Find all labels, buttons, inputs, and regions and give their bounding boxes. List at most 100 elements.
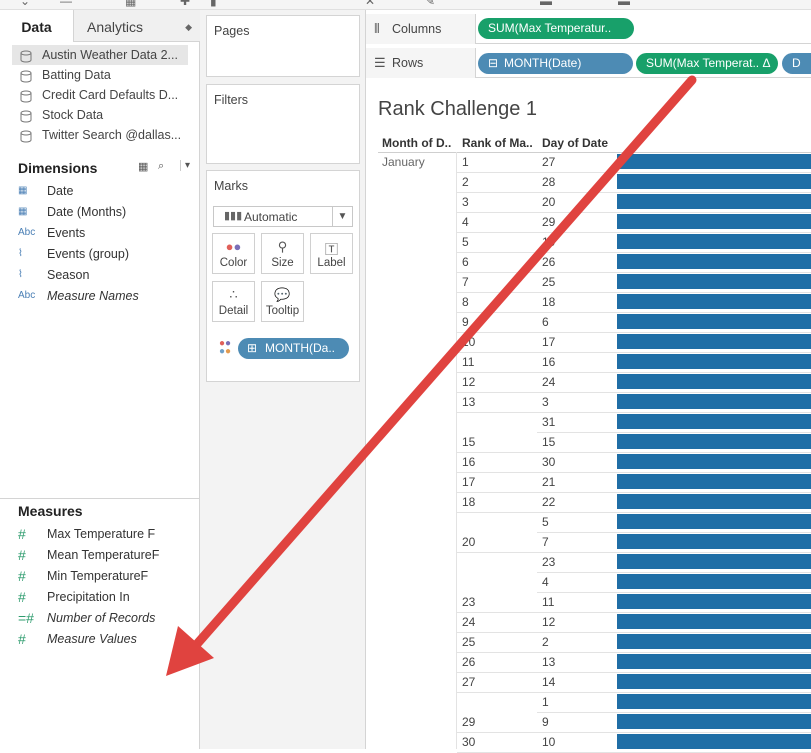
search-icon[interactable]: ⌕ <box>158 160 164 173</box>
chevron-down-icon[interactable]: ▼ <box>332 207 352 226</box>
bar-mark[interactable] <box>617 494 811 509</box>
day-cell[interactable]: 24 <box>542 375 555 389</box>
rank-cell[interactable]: 8 <box>462 295 469 309</box>
day-cell[interactable]: 28 <box>542 175 555 189</box>
add-datasource-icon[interactable]: ▦ <box>125 0 136 8</box>
day-cell[interactable]: 17 <box>542 335 555 349</box>
day-cell[interactable]: 7 <box>542 535 549 549</box>
day-cell[interactable]: 9 <box>542 715 549 729</box>
expand-icon[interactable]: ⊞ <box>247 338 257 359</box>
rank-cell[interactable]: 13 <box>462 395 475 409</box>
bar-mark[interactable] <box>617 434 811 449</box>
day-cell[interactable]: 18 <box>542 295 555 309</box>
rank-cell[interactable]: 16 <box>462 455 475 469</box>
day-cell[interactable]: 26 <box>542 255 555 269</box>
rank-cell[interactable]: 15 <box>462 435 475 449</box>
highlight-icon[interactable]: ✎ <box>425 0 435 8</box>
rank-cell[interactable]: 1 <box>462 155 469 169</box>
rank-cell[interactable]: 11 <box>462 355 474 369</box>
chevron-down-icon[interactable]: ▾ <box>180 160 190 171</box>
day-cell[interactable]: 27 <box>542 155 555 169</box>
rank-cell[interactable]: 25 <box>462 635 475 649</box>
swap-icon[interactable]: ✚ <box>180 0 190 8</box>
day-cell[interactable]: 15 <box>542 435 555 449</box>
datasource-item[interactable]: Twitter Search @dallas... <box>12 125 188 145</box>
month-cell[interactable]: January <box>382 155 425 169</box>
day-cell[interactable]: 3 <box>542 395 549 409</box>
bar-mark[interactable] <box>617 554 811 569</box>
bar-mark[interactable] <box>617 334 811 349</box>
day-cell[interactable]: 29 <box>542 215 555 229</box>
rank-cell[interactable]: 27 <box>462 675 475 689</box>
rank-cell[interactable]: 29 <box>462 715 475 729</box>
bar-mark[interactable] <box>617 174 811 189</box>
filters-card[interactable]: Filters <box>206 84 360 164</box>
day-cell[interactable]: 25 <box>542 275 555 289</box>
bar-mark[interactable] <box>617 734 811 749</box>
day-cell[interactable]: 13 <box>542 655 555 669</box>
size-button[interactable]: ⚲ Size <box>261 233 304 274</box>
bar-mark[interactable] <box>617 354 811 369</box>
bar-mark[interactable] <box>617 714 811 729</box>
day-cell[interactable]: 30 <box>542 455 555 469</box>
rank-cell[interactable]: 30 <box>462 735 475 749</box>
day-cell[interactable]: 21 <box>542 475 555 489</box>
day-cell[interactable]: 19 <box>542 235 555 249</box>
tooltip-button[interactable]: 💬 Tooltip <box>261 281 304 322</box>
redo-icon[interactable]: — <box>60 0 72 8</box>
bar-mark[interactable] <box>617 454 811 469</box>
bar-mark[interactable] <box>617 514 811 529</box>
mark-type-dropdown[interactable]: ▮▮▮ Automatic ▼ <box>213 206 353 227</box>
undo-icon[interactable]: ⌄ <box>20 0 30 8</box>
bar-mark[interactable] <box>617 614 811 629</box>
bar-mark[interactable] <box>617 234 811 249</box>
label-button[interactable]: 🅃 Label <box>310 233 353 274</box>
sort-icon[interactable]: ▮ <box>210 0 217 8</box>
collapse-icon[interactable]: ⊟ <box>488 53 498 74</box>
bar-mark[interactable] <box>617 194 811 209</box>
bar-mark[interactable] <box>617 414 811 429</box>
datasource-item[interactable]: Batting Data <box>12 65 188 85</box>
bar-mark[interactable] <box>617 574 811 589</box>
bar-mark[interactable] <box>617 374 811 389</box>
bar-mark[interactable] <box>617 274 811 289</box>
columns-shelf[interactable]: ⦀ Columns SUM(Max Temperatur.. <box>366 14 811 44</box>
bar-mark[interactable] <box>617 474 811 489</box>
day-cell[interactable]: 10 <box>542 735 555 749</box>
bar-mark[interactable] <box>617 154 811 169</box>
rank-cell[interactable]: 6 <box>462 255 469 269</box>
day-cell[interactable]: 2 <box>542 635 549 649</box>
clear-icon[interactable]: ✕ <box>365 0 375 8</box>
rank-cell[interactable]: 2 <box>462 175 469 189</box>
detail-button[interactable]: ∴ Detail <box>212 281 255 322</box>
rank-cell[interactable]: 10 <box>462 335 475 349</box>
rank-cell[interactable]: 7 <box>462 275 469 289</box>
updown-icon[interactable]: ◆ <box>185 10 192 44</box>
day-cell[interactable]: 16 <box>542 355 555 369</box>
rows-day-pill[interactable]: D <box>782 53 811 74</box>
day-cell[interactable]: 11 <box>542 595 554 609</box>
day-cell[interactable]: 23 <box>542 555 555 569</box>
bar-mark[interactable] <box>617 394 811 409</box>
rank-cell[interactable]: 24 <box>462 615 475 629</box>
rank-cell[interactable]: 26 <box>462 655 475 669</box>
rank-cell[interactable]: 4 <box>462 215 469 229</box>
datasource-item[interactable]: Stock Data <box>12 105 188 125</box>
rank-cell[interactable]: 23 <box>462 595 475 609</box>
bar-mark[interactable] <box>617 634 811 649</box>
bar-mark[interactable] <box>617 314 811 329</box>
rows-month-pill[interactable]: ⊟ MONTH(Date) <box>478 53 633 74</box>
columns-pill[interactable]: SUM(Max Temperatur.. <box>478 18 634 39</box>
rank-cell[interactable]: 17 <box>462 475 475 489</box>
rank-cell[interactable]: 18 <box>462 495 475 509</box>
datasource-item[interactable]: Austin Weather Data 2... <box>12 45 188 65</box>
day-cell[interactable]: 12 <box>542 615 555 629</box>
bar-mark[interactable] <box>617 534 811 549</box>
bar-mark[interactable] <box>617 674 811 689</box>
header-day[interactable]: Day of Date <box>542 136 608 150</box>
day-cell[interactable]: 20 <box>542 195 555 209</box>
label-icon[interactable]: ▬ <box>618 0 630 8</box>
bar-mark[interactable] <box>617 594 811 609</box>
tab-data[interactable]: Data <box>0 10 73 42</box>
header-rank[interactable]: Rank of Ma.. <box>462 136 533 150</box>
